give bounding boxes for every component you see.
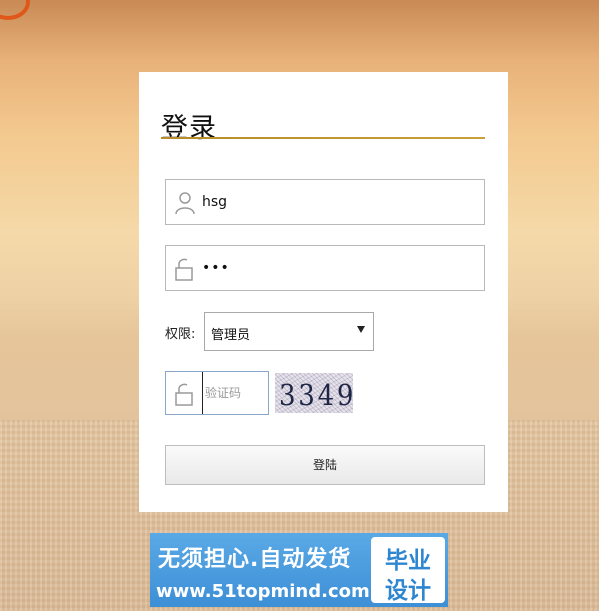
login-panel: 登录 权限: 管理员 3349 登陆 [139,72,508,512]
ad-banner[interactable]: 无须担心.自动发货 www.51topmind.com 毕业 设计 [150,533,448,607]
captcha-field[interactable] [165,371,269,415]
user-icon [175,192,195,215]
role-select[interactable]: 管理员 [204,312,374,351]
role-label: 权限: [165,327,196,342]
ad-badge-line2: 设计 [385,578,431,604]
login-button[interactable]: 登陆 [165,445,485,485]
ad-slogan: 无须担心.自动发货 [158,547,352,572]
lock-icon [175,258,193,281]
corner-decoration [0,0,30,20]
password-field[interactable] [165,245,485,291]
caret-down-icon [357,326,365,333]
username-field[interactable] [165,179,485,225]
ad-badge-line1: 毕业 [385,548,431,574]
captcha-image[interactable]: 3349 [275,373,353,413]
password-input[interactable] [202,246,472,290]
ad-url: www.51topmind.com [156,581,370,602]
username-input[interactable] [202,180,472,224]
captcha-image-text: 3349 [279,378,353,412]
role-selected-value: 管理员 [211,328,251,343]
captcha-input[interactable] [202,372,266,414]
ad-badge: 毕业 设计 [371,537,445,604]
lock-icon [175,383,193,406]
title-underline [161,137,485,139]
login-title: 登录 [161,113,217,144]
